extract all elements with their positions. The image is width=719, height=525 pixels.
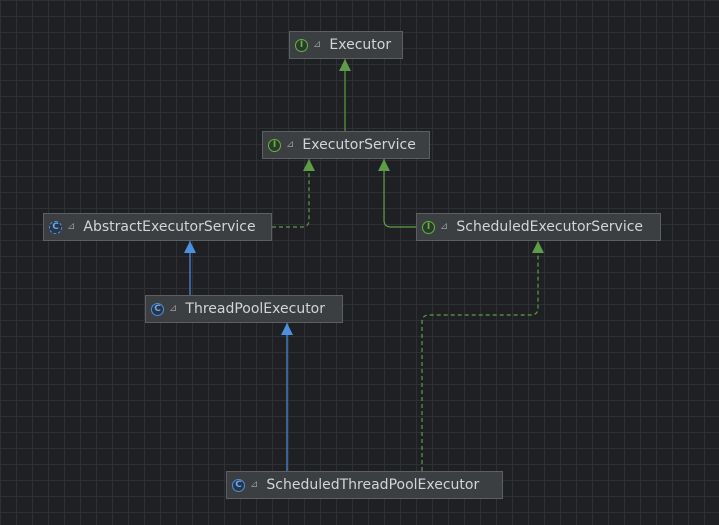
public-access-icon: ⊿ [440, 221, 449, 232]
node-label: ScheduledThreadPoolExecutor [266, 477, 480, 493]
public-access-icon: ⊿ [67, 221, 76, 232]
public-access-icon: ⊿ [313, 39, 322, 50]
interface-icon: I [295, 38, 308, 52]
node-executor[interactable]: I ⊿ Executor [289, 31, 403, 59]
diagram-edges [184, 59, 544, 471]
node-scheduled-thread-pool-executor[interactable]: C ⊿ ScheduledThreadPoolExecutor [226, 471, 503, 499]
public-access-icon: ⊿ [286, 139, 295, 150]
node-label: ScheduledExecutorService [456, 219, 644, 235]
public-access-icon: ⊿ [169, 303, 178, 314]
arrowhead-scheduled-thread-pool-executor-to-scheduled-executor-service [532, 241, 544, 253]
arrowhead-scheduled-executor-service-to-executor-service [378, 159, 390, 171]
class-icon: C [151, 302, 164, 316]
public-access-icon: ⊿ [250, 479, 259, 490]
node-label: AbstractExecutorService [83, 219, 256, 235]
node-label: ThreadPoolExecutor [185, 301, 326, 317]
arrowhead-thread-pool-executor-to-abstract-executor-service [184, 241, 196, 253]
interface-icon: I [422, 220, 435, 234]
abstract-class-icon: C [49, 220, 62, 234]
arrowhead-executor-service-to-executor [339, 59, 351, 71]
edge-abstract-executor-service-to-executor-service [272, 159, 310, 228]
class-icon: C [232, 478, 245, 492]
edge-scheduled-thread-pool-executor-to-scheduled-executor-service [421, 241, 539, 471]
uml-class-diagram: I ⊿ Executor I ⊿ ExecutorService C ⊿ AbstractExe… [0, 0, 719, 525]
node-thread-pool-executor[interactable]: C ⊿ ThreadPoolExecutor [145, 295, 343, 323]
node-label: ExecutorService [302, 137, 416, 153]
node-scheduled-executor-service[interactable]: I ⊿ ScheduledExecutorService [416, 213, 661, 241]
node-label: Executor [329, 37, 392, 53]
node-executor-service[interactable]: I ⊿ ExecutorService [262, 131, 430, 159]
arrowhead-abstract-executor-service-to-executor-service [303, 159, 315, 171]
arrowhead-scheduled-thread-pool-executor-to-thread-pool-executor [281, 323, 293, 335]
interface-icon: I [268, 138, 281, 152]
node-abstract-executor-service[interactable]: C ⊿ AbstractExecutorService [43, 213, 272, 241]
